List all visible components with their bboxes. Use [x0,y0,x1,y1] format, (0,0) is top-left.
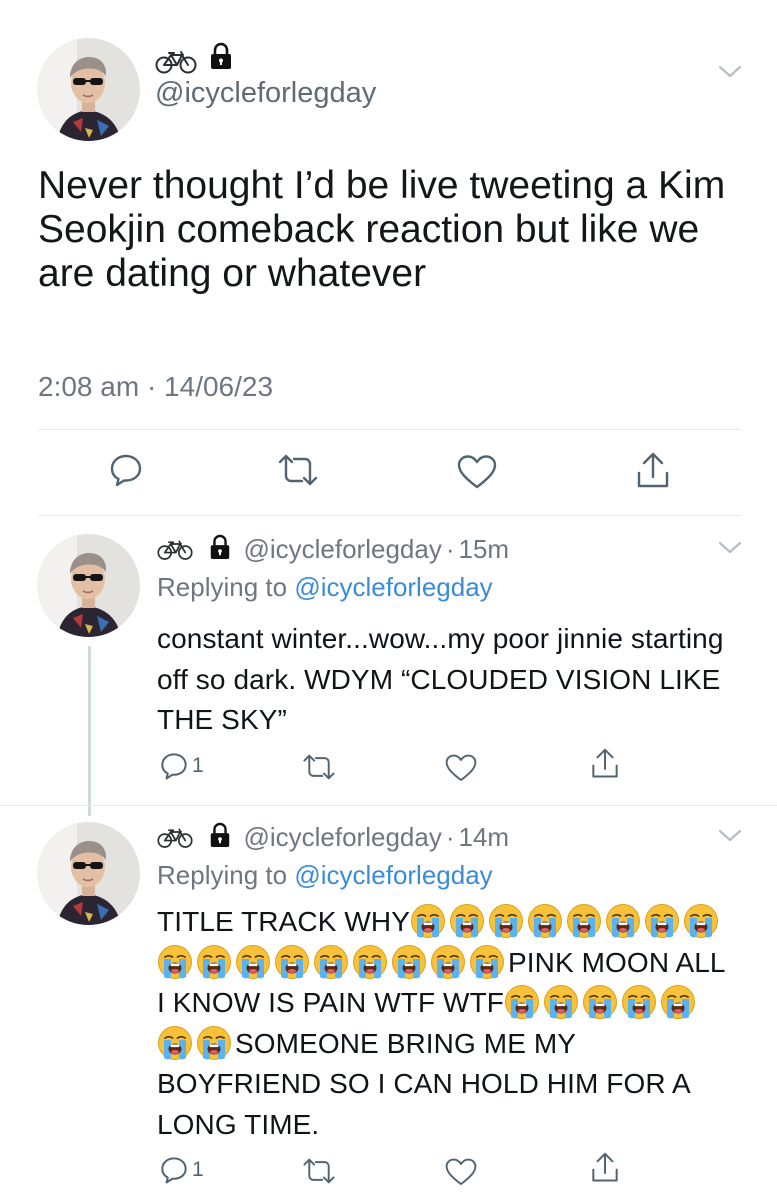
replying-to: Replying to @icycleforlegday [157,570,493,604]
loudly-crying-face-emoji [157,944,193,980]
retweet-button[interactable] [302,753,336,786]
retweet-button[interactable] [277,453,319,492]
reply-text: TITLE TRACK WHYPINK MOON ALL I KNOW IS P… [157,902,737,1145]
chevron-down-icon[interactable] [718,64,742,85]
loudly-crying-face-emoji [644,903,680,939]
loudly-crying-face-emoji [391,944,427,980]
loudly-crying-face-emoji [621,984,657,1020]
tweet-timestamp[interactable]: 2:08 am · 14/06/23 [38,370,273,404]
loudly-crying-face-emoji [683,903,719,939]
separator-dot: · [445,822,455,852]
divider [0,805,777,806]
loudly-crying-face-emoji [527,903,563,939]
lock-icon [208,42,234,75]
loudly-crying-face-emoji [274,944,310,980]
share-button[interactable] [590,1151,620,1190]
reply-handle[interactable]: @icycleforlegday [243,534,441,564]
loudly-crying-face-emoji [196,1025,232,1061]
divider [38,515,740,516]
loudly-crying-face-emoji [605,903,641,939]
loudly-crying-face-emoji [469,944,505,980]
loudly-crying-face-emoji [449,903,485,939]
reply-button[interactable]: 1 [159,751,204,781]
lock-icon [208,822,232,856]
thread-line [88,646,91,816]
reply-header: @icycleforlegday · 14m [157,820,509,857]
loudly-crying-face-emoji [430,944,466,980]
chevron-down-icon[interactable] [718,540,742,561]
loudly-crying-face-emoji [313,944,349,980]
reply-handle[interactable]: @icycleforlegday [243,822,441,852]
loudly-crying-face-emoji [660,984,696,1020]
loudly-crying-face-emoji [196,944,232,980]
reply-header: @icycleforlegday · 15m [157,532,509,569]
loudly-crying-face-emoji [582,984,618,1020]
replying-to-label: Replying to [157,860,295,890]
loudly-crying-face-emoji [235,944,271,980]
lock-icon [208,534,232,568]
reply-text-part: SOMEONE BRING ME MY BOYFRIEND SO I CAN H… [157,1027,690,1140]
replying-to: Replying to @icycleforlegday [157,858,493,892]
loudly-crying-face-emoji [504,984,540,1020]
replying-to-link[interactable]: @icycleforlegday [294,572,492,602]
reply-count: 1 [192,1158,204,1181]
reply-text: constant winter...wow...my poor jinnie s… [157,623,724,735]
avatar[interactable] [37,534,140,637]
replying-to-link[interactable]: @icycleforlegday [294,860,492,890]
separator-dot: · [445,534,455,564]
like-button[interactable] [445,753,477,788]
loudly-crying-face-emoji [352,944,388,980]
retweet-button[interactable] [302,1157,336,1190]
tweet-text: Never thought I’d be live tweeting a Kim… [38,164,726,295]
reply-text-part: TITLE TRACK WHY [157,906,411,937]
replying-to-label: Replying to [157,572,295,602]
loudly-crying-face-emoji [543,984,579,1020]
bicycle-icon [155,50,197,79]
like-button[interactable] [445,1157,477,1192]
loudly-crying-face-emoji [566,903,602,939]
like-button[interactable] [457,454,497,495]
loudly-crying-face-emoji [410,903,446,939]
divider [38,429,740,430]
share-button[interactable] [635,451,671,496]
loudly-crying-face-emoji [488,903,524,939]
reply-button[interactable]: 1 [159,1155,204,1185]
reply-count: 1 [192,754,204,777]
bicycle-icon [157,535,193,569]
reply-time[interactable]: 15m [459,534,510,564]
author-handle[interactable]: @icycleforlegday [155,76,376,110]
share-button[interactable] [590,747,620,786]
reply-time[interactable]: 14m [459,822,510,852]
reply-button[interactable] [108,452,144,493]
bicycle-icon [157,823,193,857]
chevron-down-icon[interactable] [718,828,742,849]
avatar[interactable] [37,822,140,925]
avatar[interactable] [37,38,140,141]
loudly-crying-face-emoji [157,1025,193,1061]
